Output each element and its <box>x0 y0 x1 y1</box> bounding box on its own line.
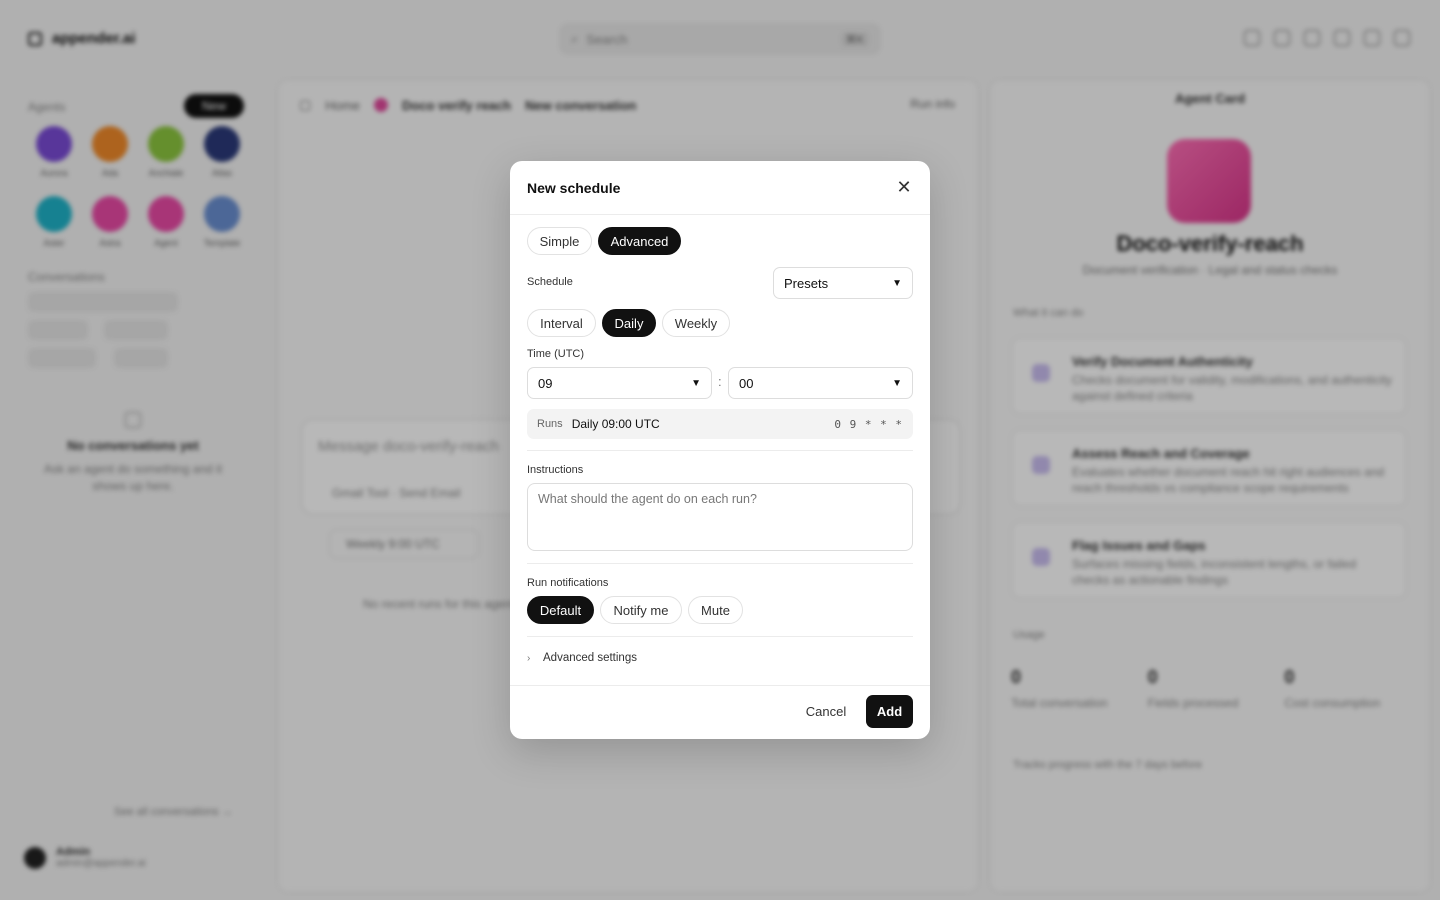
notify-default[interactable]: Default <box>527 596 594 624</box>
new-schedule-dialog: New schedule ✕ Simple Advanced Schedule … <box>510 161 930 739</box>
chevron-down-icon: ▼ <box>892 377 902 389</box>
cron-expression: 0 9 * * * <box>834 417 903 431</box>
chevron-down-icon: ▼ <box>691 377 701 389</box>
runs-summary: Runs Daily 09:00 UTC 0 9 * * * <box>527 409 913 439</box>
divider <box>527 450 913 451</box>
tab-daily[interactable]: Daily <box>602 309 656 337</box>
tab-weekly[interactable]: Weekly <box>662 309 730 337</box>
cancel-button[interactable]: Cancel <box>798 695 854 727</box>
runs-value: Daily 09:00 UTC <box>571 417 660 431</box>
add-button[interactable]: Add <box>866 695 913 728</box>
instructions-placeholder: What should the agent do on each run? <box>538 492 757 506</box>
hour-select[interactable]: 09 ▼ <box>527 367 712 399</box>
hour-value: 09 <box>538 375 553 391</box>
tab-interval[interactable]: Interval <box>527 309 596 337</box>
close-icon[interactable]: ✕ <box>894 177 914 197</box>
divider <box>527 636 913 637</box>
minute-value: 00 <box>739 375 754 391</box>
runs-label: Runs <box>537 418 563 430</box>
dialog-title: New schedule <box>527 180 621 196</box>
advanced-settings-toggle[interactable]: › Advanced settings <box>527 652 637 664</box>
divider <box>510 685 930 686</box>
minute-select[interactable]: 00 ▼ <box>728 367 913 399</box>
presets-value: Presets <box>784 275 829 291</box>
notifications-label: Run notifications <box>527 577 609 589</box>
instructions-field[interactable]: What should the agent do on each run? <box>527 483 913 551</box>
divider <box>527 563 913 564</box>
presets-select[interactable]: Presets ▼ <box>773 267 913 299</box>
time-label: Time (UTC) <box>527 348 585 360</box>
schedule-label: Schedule <box>527 276 573 288</box>
time-separator: : <box>718 374 722 389</box>
chevron-down-icon: ▼ <box>892 277 902 289</box>
advanced-settings-label: Advanced settings <box>543 652 637 664</box>
instructions-label: Instructions <box>527 464 584 476</box>
tab-advanced[interactable]: Advanced <box>598 227 681 255</box>
chevron-right-icon: › <box>527 652 531 664</box>
tab-simple[interactable]: Simple <box>527 227 592 255</box>
notify-me[interactable]: Notify me <box>600 596 682 624</box>
notify-mute[interactable]: Mute <box>688 596 743 624</box>
divider <box>510 214 930 215</box>
